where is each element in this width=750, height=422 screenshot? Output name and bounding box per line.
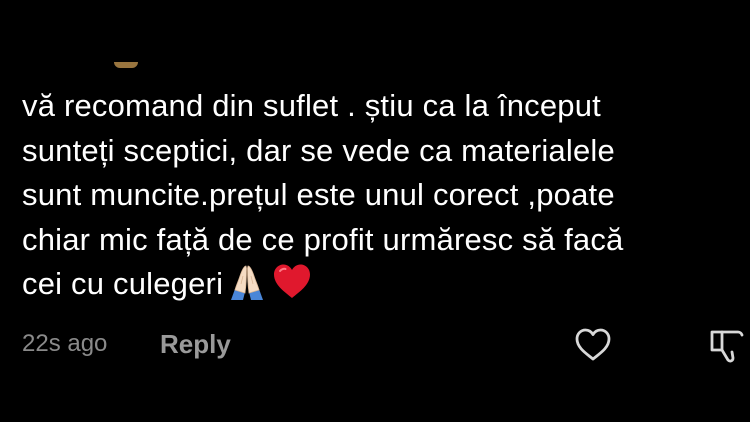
avatar-partial <box>114 62 138 68</box>
comment-body: vă recomand din suflet . știu ca la înce… <box>22 84 742 313</box>
red-heart-emoji <box>271 262 313 313</box>
heart-outline-icon[interactable] <box>572 324 614 366</box>
comment-line: vă recomand din suflet . știu ca la înce… <box>22 88 601 123</box>
comment-actions: 22s ago Reply <box>0 320 750 370</box>
comment-line: sunteți sceptici, dar se vede ca materia… <box>22 132 615 168</box>
thumbs-down-icon[interactable] <box>708 324 750 366</box>
comment-line-last: cei cu culegeri <box>22 262 742 313</box>
comment-line: sunt muncite.prețul este unul corect ,po… <box>22 177 615 212</box>
folded-hands-emoji <box>225 262 269 313</box>
comment-line: chiar mic față de ce profit urmăresc să … <box>22 221 624 257</box>
reply-button[interactable]: Reply <box>160 329 231 360</box>
comment-line-text: cei cu culegeri <box>22 266 224 301</box>
timestamp: 22s ago <box>22 330 108 357</box>
